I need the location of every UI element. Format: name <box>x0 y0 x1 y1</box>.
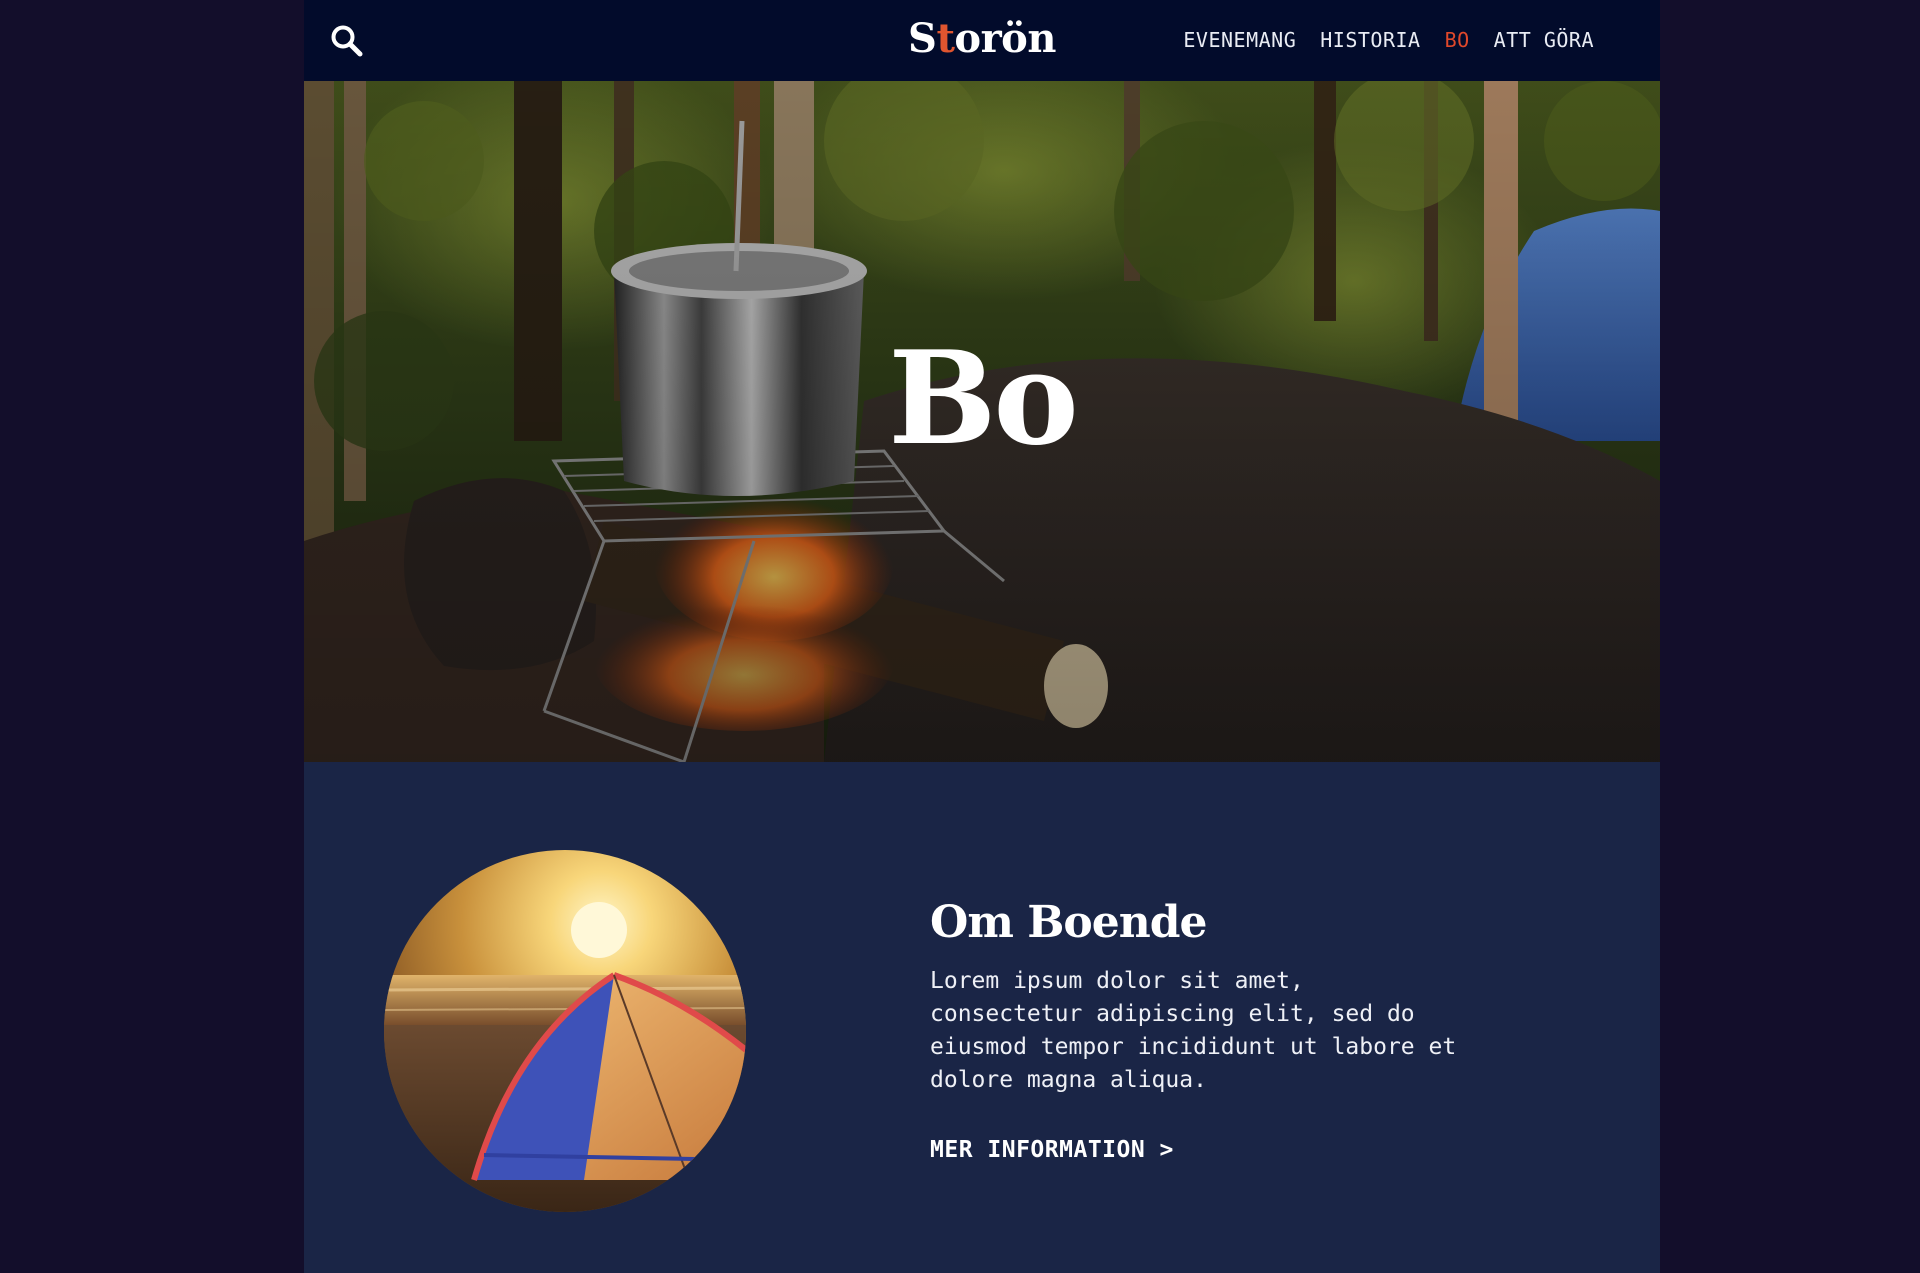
site-header: Storön EVENEMANG HISTORIA BO ATT GÖRA <box>304 0 1660 81</box>
page: Storön EVENEMANG HISTORIA BO ATT GÖRA Bo… <box>304 0 1660 1273</box>
logo-rest: orön <box>954 15 1056 62</box>
tent-sunset-image <box>384 850 746 1212</box>
hero-section: Bo <box>304 81 1660 762</box>
logo-letter-s: S <box>908 15 937 62</box>
about-text-block: Om Boende Lorem ipsum dolor sit amet, co… <box>930 893 1490 1163</box>
about-image <box>384 850 746 1212</box>
about-heading: Om Boende <box>930 897 1207 948</box>
hero-title: Bo <box>888 324 1079 474</box>
nav-item-historia[interactable]: HISTORIA <box>1320 25 1420 55</box>
main-nav: EVENEMANG HISTORIA BO ATT GÖRA <box>1183 25 1594 55</box>
nav-item-evenemang[interactable]: EVENEMANG <box>1183 25 1296 55</box>
more-info-link[interactable]: MER INFORMATION > <box>930 1137 1174 1163</box>
logo-accent-letter: t <box>936 15 955 62</box>
nav-item-att-gora[interactable]: ATT GÖRA <box>1494 25 1594 55</box>
about-body-text: Lorem ipsum dolor sit amet, consectetur … <box>930 968 1457 1093</box>
nav-item-bo[interactable]: BO <box>1445 25 1470 55</box>
